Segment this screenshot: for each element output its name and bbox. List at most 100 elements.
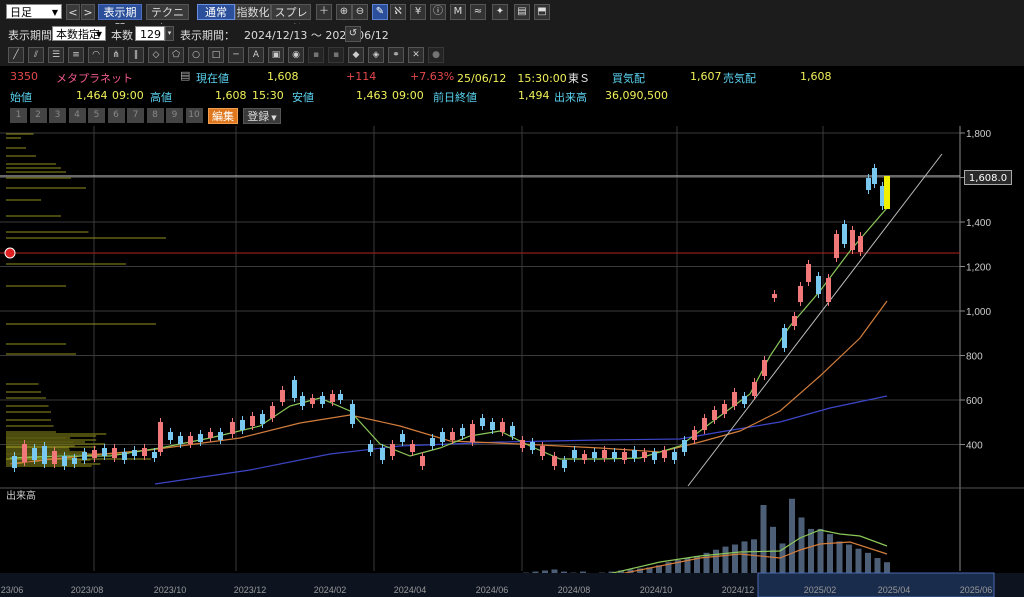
candle-body <box>142 448 147 456</box>
prev-button[interactable]: < <box>66 4 80 20</box>
register-label: 登録 <box>247 110 269 123</box>
candle-body <box>772 294 777 298</box>
candle-body <box>42 446 47 464</box>
high-time: 15:30 <box>252 89 284 102</box>
tag-icon[interactable]: ◈ <box>368 47 384 63</box>
quote-panel: 3350 メタプラネット ▤ 現在値 1,608 +114 +7.63% 25/… <box>0 66 1024 106</box>
layout-slot-button[interactable]: 9 <box>166 108 183 123</box>
yen-icon[interactable]: ¥ <box>410 4 426 20</box>
candle-body <box>22 444 27 462</box>
candle-body <box>178 436 183 444</box>
candle-body <box>816 276 821 294</box>
navigator-label: 2024/06 <box>476 585 509 595</box>
count-input[interactable]: 129 <box>135 26 165 41</box>
volume-bar <box>789 499 795 583</box>
refresh-icon[interactable]: ↺ <box>345 26 361 42</box>
layout-slot-button[interactable]: 3 <box>49 108 66 123</box>
layout-slot-button[interactable]: 10 <box>186 108 203 123</box>
layout-slot-button[interactable]: 1 <box>10 108 27 123</box>
layout-bar: 1 2 3 4 5 6 7 8 9 10 編集 登録 ▼ <box>0 106 1024 126</box>
layout-slot-button[interactable]: 8 <box>147 108 164 123</box>
count-mode-select[interactable]: 本数指定 ▼ <box>52 26 106 41</box>
count-value: 129 <box>140 28 161 41</box>
normal-mode-button[interactable]: 通常 <box>197 4 235 20</box>
chart-area[interactable]: 1,8001,6001,4001,2001,000800600400出来高150… <box>0 126 1024 597</box>
icon-stamp-icon[interactable]: ▣ <box>268 47 284 63</box>
display-period-label: 表示期間 <box>8 27 52 43</box>
zoom-in-icon[interactable]: ⊕ <box>336 4 352 20</box>
link-icon[interactable]: ⚭ <box>388 47 404 63</box>
pentagon-icon[interactable]: ⬠ <box>168 47 184 63</box>
parallel-line-icon[interactable]: ⫽ <box>28 47 44 63</box>
layout-slot-button[interactable]: 6 <box>108 108 125 123</box>
candle-body <box>188 436 193 444</box>
candle-body <box>692 430 697 440</box>
print-icon[interactable]: ▤ <box>514 4 530 20</box>
price-tick-label: 800 <box>966 352 983 363</box>
range-label: 表示期間： <box>180 27 235 43</box>
navigator-label: 2024/12 <box>722 585 755 595</box>
display-period-button[interactable]: 表示期間 <box>98 4 142 20</box>
save-icon[interactable]: ⬒ <box>534 4 550 20</box>
zoom-out-icon[interactable]: ⊖ <box>352 4 368 20</box>
horizontal-lines-icon[interactable]: ☰ <box>48 47 64 63</box>
price-tick-label: 1,800 <box>966 129 991 140</box>
next-button[interactable]: > <box>81 4 95 20</box>
candle-body <box>62 456 67 466</box>
layout-slot-button[interactable]: 7 <box>127 108 144 123</box>
technical-button[interactable]: テクニカル <box>146 4 189 20</box>
index-mode-button[interactable]: 指数化 <box>235 4 271 20</box>
text-icon[interactable]: A <box>248 47 264 63</box>
vertical-lines-icon[interactable]: ‖ <box>128 47 144 63</box>
candle-body <box>842 224 847 244</box>
pen-icon[interactable]: ✎ <box>372 4 388 20</box>
circle-icon[interactable]: ○ <box>188 47 204 63</box>
disabled-tool-icon: ▪ <box>328 47 344 63</box>
fan-icon[interactable]: ⋔ <box>108 47 124 63</box>
disabled-tool-icon: ● <box>428 47 444 63</box>
pattern-icon[interactable]: ℵ <box>390 4 406 20</box>
candle-body <box>198 434 203 442</box>
my-settings-icon[interactable]: M <box>450 4 466 20</box>
candle-body <box>152 452 157 458</box>
current-candle <box>884 176 890 209</box>
price-change-pct: +7.63% <box>410 70 454 83</box>
trendline-icon[interactable]: ╱ <box>8 47 24 63</box>
period-select[interactable]: 日足 ▼ <box>6 4 62 19</box>
count-spinner-icon[interactable]: ▾ <box>165 26 174 41</box>
layout-slot-button[interactable]: 4 <box>69 108 86 123</box>
crosshair-icon[interactable]: ＋ <box>316 4 332 20</box>
horizontal-line-icon[interactable]: ─ <box>228 47 244 63</box>
cursor-icon[interactable]: ◉ <box>288 47 304 63</box>
layout-slot-button[interactable]: 5 <box>88 108 105 123</box>
main-toolbar: 日足▼ < > 表示期間 テクニカル 通常 指数化 スプレッド ＋ ⊕ ⊖ ✎ … <box>0 0 1024 25</box>
register-button[interactable]: 登録 ▼ <box>243 108 281 124</box>
low-value: 1,463 <box>356 89 388 102</box>
candle-body <box>112 448 117 458</box>
navigator-label: 2023/08 <box>71 585 104 595</box>
candle-body <box>132 450 137 456</box>
arc-icon[interactable]: ◠ <box>88 47 104 63</box>
candle-body <box>682 440 687 452</box>
board-icon[interactable]: ▤ <box>180 69 190 82</box>
channel-icon[interactable]: ◇ <box>148 47 164 63</box>
layout-slot-button[interactable]: 2 <box>30 108 47 123</box>
market-name: 東Ｓ <box>568 70 590 86</box>
candle-body <box>82 452 87 460</box>
edit-button[interactable]: 編集 <box>208 108 238 124</box>
info-icon[interactable]: ⓘ <box>430 4 446 20</box>
navigator-label: 2025/04 <box>878 585 911 595</box>
fibonacci-icon[interactable]: ≡ <box>68 47 84 63</box>
open-time: 09:00 <box>112 89 144 102</box>
navigator-label: 2024/10 <box>640 585 673 595</box>
eraser-icon[interactable]: ◆ <box>348 47 364 63</box>
delete-all-icon[interactable]: ✕ <box>408 47 424 63</box>
trendline <box>688 154 942 486</box>
navigator-label: 2023/10 <box>154 585 187 595</box>
compare-icon[interactable]: ≈ <box>470 4 486 20</box>
candle-body <box>530 442 535 450</box>
candle-body <box>168 432 173 440</box>
wrench-icon[interactable]: ✦ <box>492 4 508 20</box>
rectangle-icon[interactable]: □ <box>208 47 224 63</box>
spread-mode-button[interactable]: スプレッド <box>271 4 311 20</box>
